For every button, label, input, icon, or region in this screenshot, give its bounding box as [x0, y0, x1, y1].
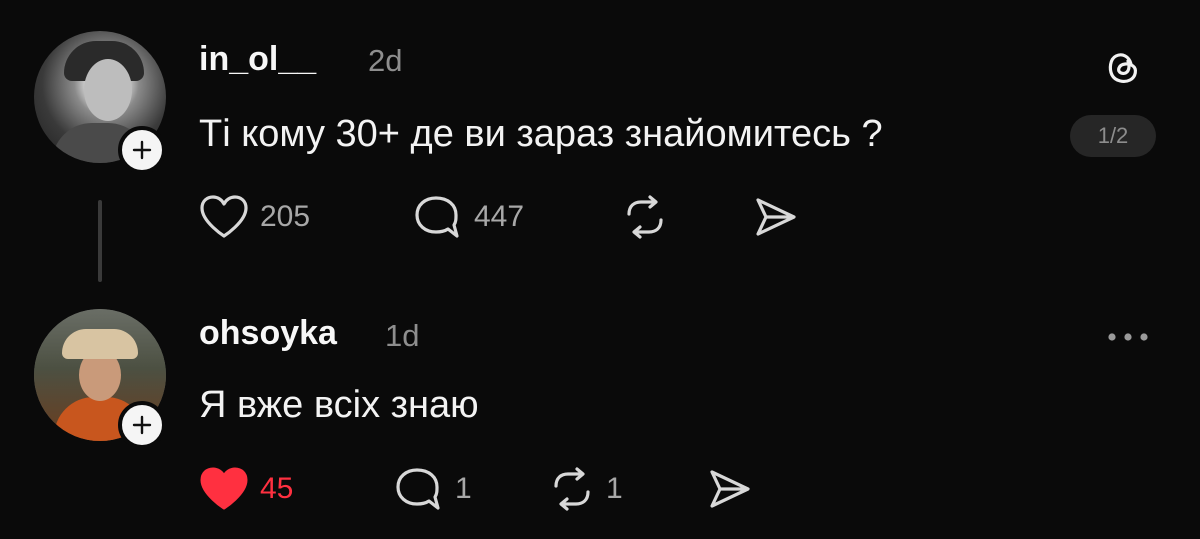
like-count: 45 — [260, 472, 294, 505]
thread-post: in_ol__ 2d Ті кому 30+ де ви зараз знайо… — [0, 0, 1200, 300]
more-icon[interactable] — [1104, 330, 1152, 344]
share-icon — [710, 470, 750, 508]
like-button[interactable]: 205 — [198, 194, 310, 240]
reply-count: 447 — [474, 200, 525, 233]
plus-icon — [132, 415, 152, 435]
plus-icon — [132, 140, 152, 160]
like-button[interactable]: 45 — [198, 466, 293, 512]
thread-line — [98, 200, 102, 282]
post-text: Ті кому 30+ де ви зараз знайомитесь ? — [199, 113, 883, 155]
post-text: Я вже всіх знаю — [199, 384, 479, 426]
heart-icon — [200, 467, 248, 510]
heart-icon — [200, 195, 248, 238]
timestamp: 1d — [385, 318, 420, 353]
follow-button[interactable] — [118, 401, 166, 449]
page-indicator: 1/2 — [1070, 115, 1156, 157]
share-icon — [756, 198, 796, 236]
repost-button[interactable] — [621, 194, 669, 240]
repost-count: 1 — [606, 472, 623, 505]
follow-button[interactable] — [118, 126, 166, 174]
repost-icon — [627, 195, 663, 239]
threads-logo-icon[interactable] — [1100, 44, 1146, 90]
share-button[interactable] — [752, 194, 800, 240]
username[interactable]: in_ol__ — [199, 40, 316, 79]
reply-button[interactable]: 1 — [393, 466, 472, 512]
repost-button[interactable]: 1 — [548, 466, 623, 512]
reply-count: 1 — [455, 472, 472, 505]
timestamp: 2d — [368, 43, 403, 78]
comment-icon — [396, 468, 440, 510]
reply-button[interactable]: 447 — [412, 194, 524, 240]
share-button[interactable] — [706, 466, 754, 512]
repost-icon — [554, 467, 590, 511]
like-count: 205 — [260, 200, 311, 233]
comment-icon — [415, 196, 459, 238]
username[interactable]: ohsoyka — [199, 314, 337, 353]
